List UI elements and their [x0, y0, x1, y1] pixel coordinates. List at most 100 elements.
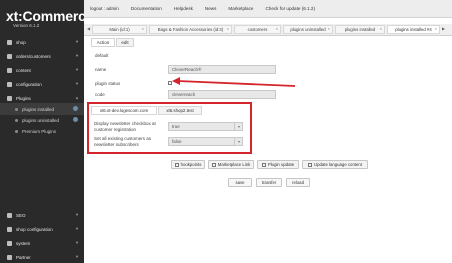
name-value: CleverReach®: [172, 67, 202, 72]
chevron-up-icon: ▲: [75, 95, 79, 100]
sidebar-item-seo[interactable]: SEO ▼: [0, 209, 84, 221]
chevron-icon: ▼: [75, 212, 79, 217]
tab-label: plugins installed: [344, 27, 376, 32]
news-link[interactable]: News: [205, 6, 217, 11]
button-label: hookpoints: [180, 162, 202, 167]
button-label: Update language content: [313, 162, 363, 167]
plugin-update-button[interactable]: Plugin update: [257, 160, 299, 169]
sidebar-item-shop-configuration[interactable]: shop configuration ▼: [0, 223, 84, 235]
code-value: cleverreach: [172, 92, 196, 97]
sidebar-item-partner[interactable]: Partner ▼: [0, 251, 84, 263]
logout-link[interactable]: logout : admin: [90, 6, 119, 11]
sidebar-item-system[interactable]: system ▼: [0, 237, 84, 249]
save-button[interactable]: save: [228, 178, 252, 187]
sidebar-item-label: Premium Plugins: [22, 128, 57, 134]
button-label: Marketplace Link: [217, 162, 251, 167]
chevron-icon: ▼: [75, 67, 79, 72]
newsletter-checkbox-select[interactable]: true ▾: [168, 122, 243, 131]
hookpoints-button[interactable]: hookpoints: [171, 160, 205, 169]
existing-customers-label: Set all existing customers as newsletter…: [94, 136, 152, 147]
tab-plugins-installed-4[interactable]: plugins installed #4 ×: [387, 25, 440, 34]
tab-bar: ◀ Main (id:1) × Bags & Fashion Accessorie…: [84, 24, 452, 36]
name-field[interactable]: CleverReach®: [168, 65, 276, 74]
button-label: Plugin update: [267, 162, 295, 167]
select-value: true: [172, 124, 180, 129]
chevron-icon: ▼: [75, 53, 79, 58]
documentation-link[interactable]: Documentation: [131, 6, 162, 11]
scroll-right-icon[interactable]: ▶: [442, 26, 445, 31]
plugin-icon: [7, 95, 12, 101]
red-arrow-annotation: [172, 77, 296, 87]
lang-tab-label: xt6.xt-dev.logescom.com: [99, 108, 149, 113]
sidebar-item-label: content: [16, 67, 31, 73]
tab-customers[interactable]: customers ×: [234, 25, 281, 34]
select-value: false: [172, 139, 182, 144]
close-icon[interactable]: ×: [380, 26, 382, 31]
chevron-icon: ▼: [75, 254, 79, 259]
subtab-edit[interactable]: edit: [116, 38, 134, 47]
tab-plugins-uninstalled[interactable]: plugins uninstalled ×: [283, 25, 333, 34]
tab-label: Main (id:1): [109, 27, 130, 32]
code-field[interactable]: cleverreach: [168, 90, 276, 99]
tab-label: plugins uninstalled: [290, 27, 326, 32]
chevron-icon: ▼: [75, 240, 79, 245]
sidebar-item-label: plugins installed: [22, 106, 55, 112]
update-language-button[interactable]: Update language content: [302, 160, 368, 169]
code-label: code: [95, 92, 105, 97]
sidebar: xt:Commerce Version 6.1.2 shop ▼ orders/…: [0, 0, 93, 263]
version-label: Version 6.1.2: [13, 23, 40, 28]
tab-main[interactable]: Main (id:1) ×: [92, 25, 147, 34]
close-icon[interactable]: ×: [328, 26, 330, 31]
chevron-icon: ▼: [75, 39, 79, 44]
helpdesk-link[interactable]: Helpdesk: [174, 6, 193, 11]
tab-plugins-installed[interactable]: plugins installed ×: [335, 25, 385, 34]
close-icon[interactable]: ×: [435, 26, 437, 31]
sidebar-item-label: orders/customers: [16, 53, 51, 59]
check-update-link[interactable]: Check for update (6.1.2): [265, 6, 315, 11]
lang-tab-2[interactable]: xt6.shop2.test: [158, 106, 202, 115]
subtab-action[interactable]: Action: [91, 38, 115, 47]
existing-customers-select[interactable]: false ▾: [168, 137, 243, 146]
bullet-icon: [15, 129, 18, 133]
sidebar-item-label: system: [16, 240, 31, 246]
tab-label: customers: [247, 27, 268, 32]
sidebar-item-label: plugins uninstalled: [22, 117, 60, 123]
scroll-left-icon[interactable]: ◀: [87, 26, 90, 31]
sidebar-item-label: Plugins: [16, 95, 31, 101]
sidebar-item-content[interactable]: content ▼: [0, 64, 84, 76]
gear-icon: [7, 226, 12, 232]
lang-tab-1[interactable]: xt6.xt-dev.logescom.com: [91, 106, 157, 115]
partner-icon: [7, 254, 12, 260]
bullet-icon: [15, 118, 18, 122]
chevron-down-icon: ▾: [237, 124, 240, 129]
subtab-label: edit: [121, 40, 129, 45]
chevron-icon: ▼: [75, 81, 79, 86]
close-icon[interactable]: ×: [142, 26, 144, 31]
chevron-icon: ▼: [75, 226, 79, 231]
close-icon[interactable]: ×: [227, 26, 229, 31]
reload-button[interactable]: reload: [286, 178, 310, 187]
transfer-button[interactable]: transfer: [256, 178, 282, 187]
button-label: reload: [292, 180, 304, 185]
tab-bags-fashion[interactable]: Bags & Fashion Accessories (id:3) ×: [149, 25, 232, 34]
refresh-icon: [261, 162, 266, 167]
marketplace-link[interactable]: Marketplace: [228, 6, 253, 11]
sidebar-item-shop[interactable]: shop ▼: [0, 36, 84, 48]
sidebar-item-label: shop: [16, 39, 26, 45]
settings-icon: [73, 117, 78, 122]
sidebar-item-label: shop configuration: [16, 226, 53, 232]
marketplace-icon: [211, 162, 216, 167]
sidebar-item-label: Partner: [16, 254, 31, 260]
orders-icon: [7, 53, 12, 59]
settings-icon: [73, 106, 78, 111]
sidebar-item-premium-plugins[interactable]: Premium Plugins: [0, 125, 84, 137]
seo-icon: [7, 212, 12, 218]
system-icon: [7, 240, 12, 246]
sidebar-item-configuration[interactable]: configuration ▼: [0, 78, 84, 90]
section-title: default: [95, 53, 109, 58]
language-icon: [307, 162, 312, 167]
marketplace-link-button[interactable]: Marketplace Link: [208, 160, 254, 169]
close-icon[interactable]: ×: [276, 26, 278, 31]
bullet-icon: [15, 107, 18, 111]
sidebar-item-orders-customers[interactable]: orders/customers ▼: [0, 50, 84, 62]
